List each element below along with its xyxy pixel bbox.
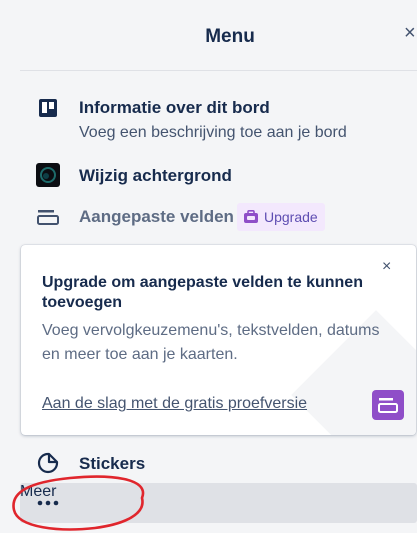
promo-body: Voeg vervolgkeuzemenu's, tekstvelden, da… [42,322,380,363]
upgrade-promo-card: × Upgrade om aangepaste velden te kunnen… [21,245,416,435]
stickers-label: Stickers [79,454,146,473]
board-menu-panel: Menu × Informatie over dit bord Voeg een… [0,0,417,533]
upgrade-badge-label: Upgrade [264,209,318,225]
upgrade-icon [243,210,259,224]
promo-title: Upgrade om aangepaste velden te kunnen t… [42,274,363,311]
custom-fields-icon [36,205,60,229]
stickers-item[interactable]: Stickers [0,448,417,478]
background-thumbnail-icon [36,163,60,187]
header-divider [20,70,417,71]
custom-fields-icon [378,397,398,413]
board-info-icon [36,96,60,120]
sticker-icon [36,451,60,475]
board-info-description: Voeg een beschrijving toe aan je bord [79,124,347,141]
custom-fields-item[interactable]: Aangepaste velden [0,200,417,234]
upgrade-badge[interactable]: Upgrade [237,203,325,231]
close-menu-button[interactable]: × [404,22,416,45]
change-background-label: Wijzig achtergrond [79,166,232,185]
promo-cta-button[interactable] [372,390,404,420]
more-item[interactable]: Meer [20,483,417,523]
free-trial-link[interactable]: Aan de slag met de gratis proefversie [42,395,307,413]
board-info-label: Informatie over dit bord [79,98,270,117]
change-background-item[interactable]: Wijzig achtergrond [0,160,417,190]
board-info-item[interactable]: Informatie over dit bord Voeg een beschr… [0,92,417,150]
menu-title: Menu [205,26,255,47]
custom-fields-label: Aangepaste velden [79,207,234,226]
more-dots-icon [36,491,60,515]
